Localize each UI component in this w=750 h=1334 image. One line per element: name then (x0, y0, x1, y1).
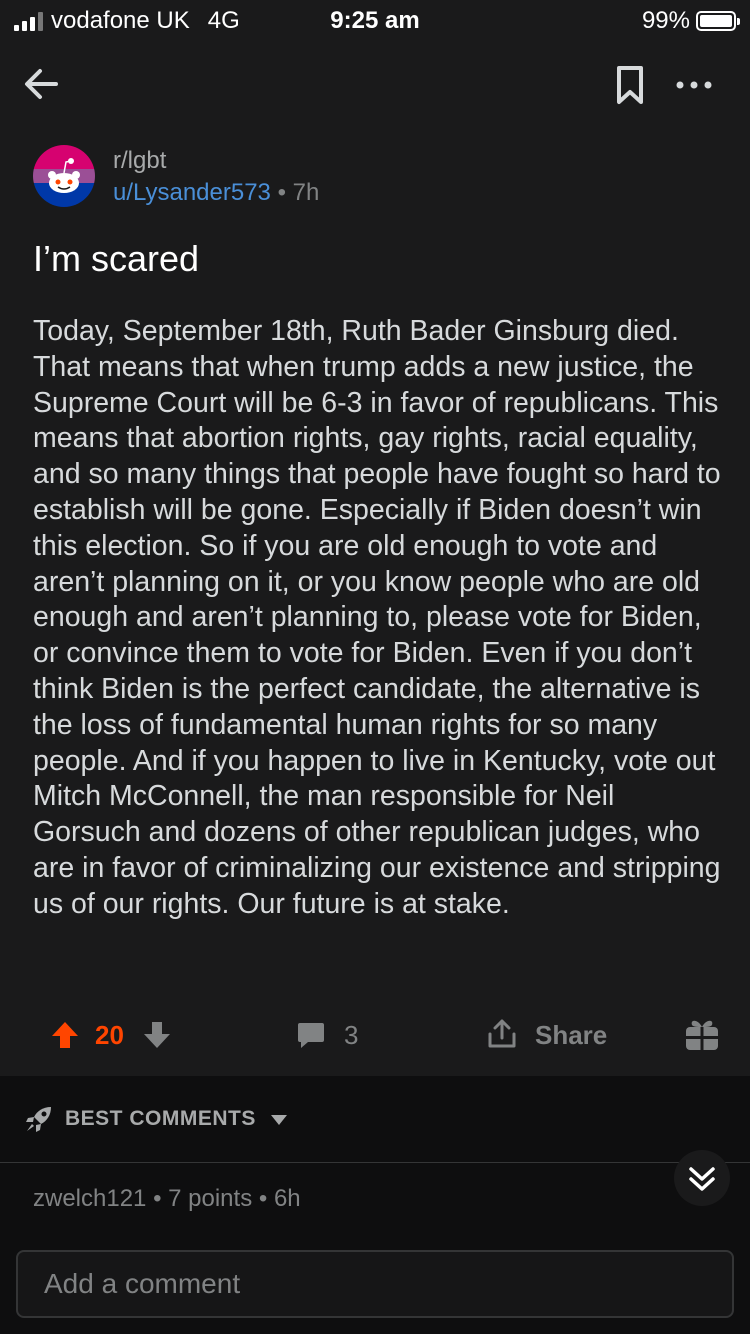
comment-sort-bar[interactable]: BEST COMMENTS (0, 1076, 750, 1163)
comment-input[interactable]: Add a comment (16, 1250, 734, 1318)
byline-separator: • (277, 179, 286, 206)
comment-count[interactable]: 3 (344, 1020, 358, 1051)
subreddit-avatar[interactable] (33, 145, 95, 207)
comment-meta: zwelch121 • 7 points • 6h (33, 1185, 301, 1212)
post-byline: u/Lysander573 • 7h (113, 179, 319, 207)
post-title: I’m scared (33, 238, 200, 279)
collapse-threads-button[interactable] (674, 1150, 730, 1206)
back-arrow-icon[interactable] (20, 62, 64, 106)
post-age: 7h (292, 179, 320, 206)
post-header: r/lgbt u/Lysander573 • 7h (33, 145, 713, 215)
bookmark-icon[interactable] (610, 62, 650, 108)
subreddit-link[interactable]: r/lgbt (113, 147, 166, 175)
chevron-down-icon (271, 1115, 287, 1125)
clock: 9:25 am (330, 7, 420, 34)
nav-bar (0, 50, 750, 120)
downvote-icon[interactable] (142, 1020, 172, 1050)
vote-count: 20 (95, 1020, 124, 1050)
status-right: 99% (641, 7, 740, 35)
award-icon[interactable] (684, 1016, 720, 1052)
status-bar: vodafone UK 4G 9:25 am 99% (0, 0, 750, 40)
author-link[interactable]: u/Lysander573 (113, 179, 271, 206)
upvote-icon[interactable] (50, 1020, 80, 1050)
battery-icon (696, 11, 740, 31)
more-icon[interactable] (672, 70, 716, 100)
share-icon[interactable] (486, 1018, 518, 1050)
comment-composer: Add a comment (0, 1236, 750, 1334)
chevron-double-down-icon (689, 1167, 715, 1191)
comment-icon[interactable] (296, 1020, 326, 1050)
rocket-icon (26, 1107, 51, 1132)
battery-percent: 99% (641, 7, 690, 34)
share-button[interactable]: Share (535, 1020, 607, 1051)
sort-label[interactable]: BEST COMMENTS (65, 1107, 256, 1131)
post-action-bar: 20 3 Share (0, 1010, 750, 1060)
snoo-icon (33, 145, 95, 207)
post-body: Today, September 18th, Ruth Bader Ginsbu… (33, 315, 721, 920)
